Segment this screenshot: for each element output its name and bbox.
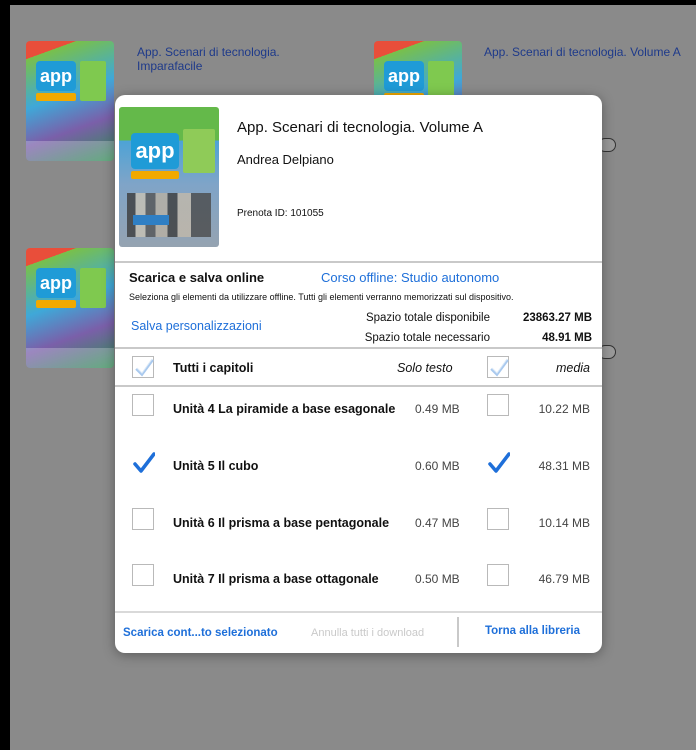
- needed-space-label: Spazio totale necessario: [364, 332, 490, 344]
- chapter-media-checkbox[interactable]: [487, 451, 510, 473]
- select-all-row: Tutti i capitoli Solo testo media: [115, 349, 602, 387]
- chapter-media-size: 48.31 MB: [538, 459, 590, 473]
- select-all-media-checkbox[interactable]: [487, 356, 509, 378]
- footer-divider: [457, 617, 459, 647]
- cancel-all-downloads-button[interactable]: Annulla tutti i download: [311, 627, 424, 639]
- sync-description: Seleziona gli elementi da utilizzare off…: [129, 292, 514, 302]
- available-space-value: 23863.27 MB: [522, 312, 592, 324]
- all-chapters-label: Tutti i capitoli: [173, 361, 254, 375]
- chapter-row: Unità 4 La piramide a base esagonale 0.4…: [115, 387, 602, 443]
- sync-title: Scarica e salva online: [129, 270, 265, 285]
- book-author: Andrea Delpiano: [237, 152, 334, 167]
- chapter-text-checkbox[interactable]: [132, 508, 154, 530]
- chapter-row: Unità 5 Il cubo 0.60 MB 48.31 MB: [115, 444, 602, 500]
- chapter-row: Unità 7 Il prisma a base ottagonale 0.50…: [115, 557, 602, 613]
- offline-mode-link[interactable]: Corso offline: Studio autonomo: [321, 270, 499, 285]
- book-cover-3[interactable]: app: [26, 248, 114, 368]
- available-space-label: Spazio totale disponibile: [365, 312, 490, 324]
- book-cover-1[interactable]: app: [26, 41, 114, 161]
- select-all-text-checkbox[interactable]: [132, 356, 154, 378]
- chapter-media-size: 10.22 MB: [538, 402, 590, 416]
- app-logo: app: [131, 133, 179, 169]
- chapter-list: Unità 4 La piramide a base esagonale 0.4…: [115, 387, 602, 611]
- book-title-1[interactable]: App. Scenari di tecnologia. Imparafacile: [137, 45, 327, 73]
- chapter-media-checkbox[interactable]: [487, 564, 509, 586]
- chapter-text-size: 0.50 MB: [415, 572, 460, 586]
- save-customizations-link[interactable]: Salva personalizzazioni: [131, 319, 262, 333]
- chapter-media-checkbox[interactable]: [487, 508, 509, 530]
- chapter-label: Unità 7 Il prisma a base ottagonale: [173, 572, 379, 586]
- chapter-label: Unità 5 Il cubo: [173, 459, 259, 473]
- dialog-footer: Scarica cont...to selezionato Annulla tu…: [115, 611, 602, 653]
- book-id: Prenota ID: 101055: [237, 208, 324, 219]
- checkmark-icon: [133, 452, 155, 473]
- download-selected-button[interactable]: Scarica cont...to selezionato: [123, 627, 278, 639]
- app-logo: app: [384, 61, 424, 91]
- app-logo: app: [36, 61, 76, 91]
- back-to-library-button[interactable]: Torna alla libreria: [485, 625, 580, 637]
- app-logo: app: [36, 268, 76, 298]
- chapter-media-size: 46.79 MB: [538, 572, 590, 586]
- book-title: App. Scenari di tecnologia. Volume A: [237, 119, 483, 136]
- sync-section: Scarica e salva online Corso offline: St…: [115, 263, 602, 349]
- chapter-text-size: 0.49 MB: [415, 402, 460, 416]
- checkmark-icon: [488, 452, 510, 473]
- chapter-text-checkbox[interactable]: [132, 564, 154, 586]
- chapter-text-size: 0.47 MB: [415, 516, 460, 530]
- book-cover: app: [119, 107, 219, 247]
- text-only-column-header: Solo testo: [397, 361, 453, 375]
- chapter-text-size: 0.60 MB: [415, 459, 460, 473]
- offline-download-dialog: app App. Scenari di tecnologia. Volume A…: [115, 95, 602, 653]
- chapter-media-size: 10.14 MB: [538, 516, 590, 530]
- needed-space-value: 48.91 MB: [542, 332, 592, 344]
- chapter-row: Unità 6 Il prisma a base pentagonale 0.4…: [115, 501, 602, 557]
- book-info: app App. Scenari di tecnologia. Volume A…: [115, 95, 602, 263]
- media-column-header: media: [555, 361, 590, 375]
- chapter-media-checkbox[interactable]: [487, 394, 509, 416]
- chapter-label: Unità 6 Il prisma a base pentagonale: [173, 516, 390, 530]
- check-outline-icon: [490, 358, 509, 377]
- chapter-text-checkbox[interactable]: [132, 451, 155, 473]
- check-outline-icon: [135, 358, 154, 377]
- chapter-text-checkbox[interactable]: [132, 394, 154, 416]
- book-title-2[interactable]: App. Scenari di tecnologia. Volume A: [484, 45, 694, 59]
- chapter-label: Unità 4 La piramide a base esagonale: [173, 402, 396, 416]
